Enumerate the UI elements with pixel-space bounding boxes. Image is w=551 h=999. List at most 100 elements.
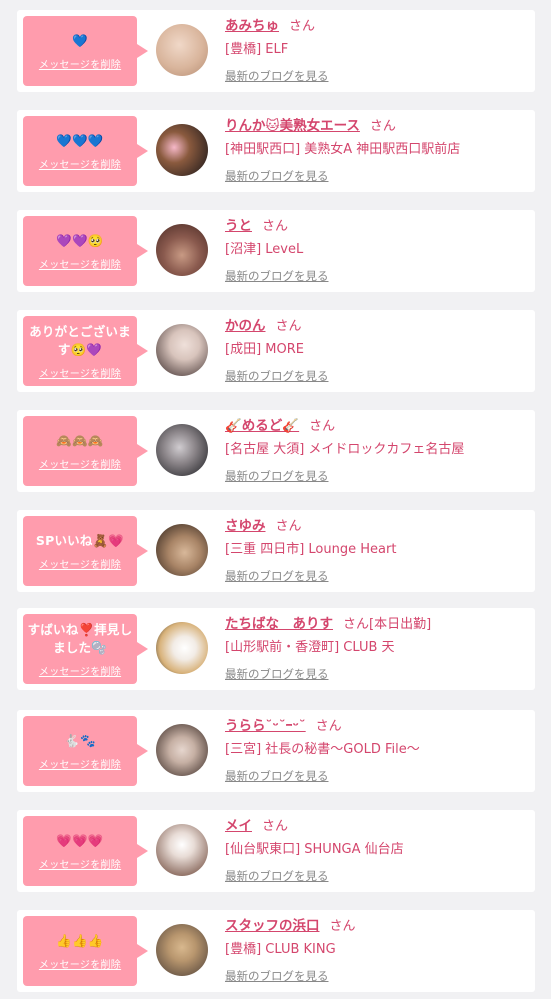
delete-message-link[interactable]: メッセージを削除 bbox=[39, 856, 121, 871]
cast-name-link[interactable]: 🎸めるど🎸 bbox=[225, 418, 299, 434]
message-bubble: 💗💗💗 メッセージを削除 bbox=[23, 816, 148, 886]
avatar[interactable] bbox=[156, 24, 208, 76]
latest-blog-link[interactable]: 最新のブログを見る bbox=[225, 67, 329, 85]
honorific: さん bbox=[275, 319, 302, 334]
message-bubble: 💜💜🥺 メッセージを削除 bbox=[23, 216, 148, 286]
delete-message-link[interactable]: メッセージを削除 bbox=[39, 956, 121, 971]
message-bubble: 💙 メッセージを削除 bbox=[23, 16, 148, 86]
honorific: さん bbox=[315, 719, 342, 734]
cast-info: かのん さん [成田] MORE 最新のブログを見る bbox=[225, 316, 530, 385]
latest-blog-link[interactable]: 最新のブログを見る bbox=[225, 967, 329, 985]
avatar[interactable] bbox=[156, 224, 208, 276]
list-item: 💗💗💗 メッセージを削除 メイ さん [仙台駅東口] SHUNGA 仙台店 最新の… bbox=[17, 810, 535, 892]
message-text: 💙💙💙 bbox=[56, 132, 104, 148]
delete-message-link[interactable]: メッセージを削除 bbox=[39, 256, 121, 271]
cast-name-link[interactable]: スタッフの浜口 bbox=[225, 918, 320, 934]
shop-name: [名古屋 大須] メイドロックカフェ名古屋 bbox=[225, 442, 465, 457]
message-bubble: 🐇🐾 メッセージを削除 bbox=[23, 716, 148, 786]
delete-message-link[interactable]: メッセージを削除 bbox=[39, 456, 121, 471]
avatar[interactable] bbox=[156, 824, 208, 876]
honorific: さん bbox=[369, 119, 396, 134]
list-item: 💙 メッセージを削除 あみちゅ さん [豊橋] ELF 最新のブログを見る bbox=[17, 10, 535, 92]
shop-name: [三宮] 社長の秘書〜GOLD File〜 bbox=[225, 742, 420, 757]
latest-blog-link[interactable]: 最新のブログを見る bbox=[225, 167, 329, 185]
message-text: 🙈🙈🙈 bbox=[56, 432, 104, 448]
cast-name-link[interactable]: さゆみ bbox=[225, 518, 266, 534]
avatar[interactable] bbox=[156, 924, 208, 976]
cast-info: うらら˘ᵕ˘ｰᵕ˘ さん [三宮] 社長の秘書〜GOLD File〜 最新のブログ… bbox=[225, 716, 530, 785]
delete-message-link[interactable]: メッセージを削除 bbox=[39, 56, 121, 71]
list-item: 👍👍👍 メッセージを削除 スタッフの浜口 さん [豊橋] CLUB KING 最新… bbox=[17, 910, 535, 992]
cast-name-link[interactable]: かのん bbox=[225, 318, 266, 334]
message-text: すばいね❣️拝見しました🫧 bbox=[27, 621, 133, 655]
message-text: ありがとございます🥺💜 bbox=[29, 323, 131, 357]
avatar[interactable] bbox=[156, 724, 208, 776]
message-bubble: すばいね❣️拝見しました🫧 メッセージを削除 bbox=[23, 614, 148, 684]
shop-name: [沼津] LeveL bbox=[225, 242, 304, 257]
honorific: さん bbox=[262, 819, 289, 834]
list-item: SPいいね🧸💗 メッセージを削除 さゆみ さん [三重 四日市] Lounge H… bbox=[17, 510, 535, 592]
avatar[interactable] bbox=[156, 524, 208, 576]
shop-name: [仙台駅東口] SHUNGA 仙台店 bbox=[225, 842, 404, 857]
honorific: さん bbox=[343, 617, 370, 632]
avatar[interactable] bbox=[156, 424, 208, 476]
latest-blog-link[interactable]: 最新のブログを見る bbox=[225, 367, 329, 385]
message-bubble: 💙💙💙 メッセージを削除 bbox=[23, 116, 148, 186]
delete-message-link[interactable]: メッセージを削除 bbox=[39, 663, 121, 678]
message-text: 💗💗💗 bbox=[56, 832, 104, 848]
honorific: さん bbox=[275, 519, 302, 534]
latest-blog-link[interactable]: 最新のブログを見る bbox=[225, 867, 329, 885]
latest-blog-link[interactable]: 最新のブログを見る bbox=[225, 665, 329, 683]
status-badge: [本日出勤] bbox=[369, 617, 432, 632]
honorific: さん bbox=[329, 919, 356, 934]
message-bubble: 🙈🙈🙈 メッセージを削除 bbox=[23, 416, 148, 486]
cast-name-link[interactable]: りんか🐱美熟女エース bbox=[225, 118, 360, 134]
message-list: 💙 メッセージを削除 あみちゅ さん [豊橋] ELF 最新のブログを見る 💙💙💙… bbox=[0, 0, 551, 999]
cast-info: 🎸めるど🎸 さん [名古屋 大須] メイドロックカフェ名古屋 最新のブログを見る bbox=[225, 416, 530, 485]
message-text: 💙 bbox=[72, 32, 88, 48]
cast-name-link[interactable]: メイ bbox=[225, 818, 252, 834]
avatar[interactable] bbox=[156, 324, 208, 376]
list-item: ありがとございます🥺💜 メッセージを削除 かのん さん [成田] MORE 最新の… bbox=[17, 310, 535, 392]
list-item: 🙈🙈🙈 メッセージを削除 🎸めるど🎸 さん [名古屋 大須] メイドロックカフェ名… bbox=[17, 410, 535, 492]
cast-info: スタッフの浜口 さん [豊橋] CLUB KING 最新のブログを見る bbox=[225, 916, 530, 985]
honorific: さん bbox=[262, 219, 289, 234]
delete-message-link[interactable]: メッセージを削除 bbox=[39, 365, 121, 380]
cast-info: あみちゅ さん [豊橋] ELF 最新のブログを見る bbox=[225, 16, 530, 85]
latest-blog-link[interactable]: 最新のブログを見る bbox=[225, 467, 329, 485]
cast-info: うと さん [沼津] LeveL 最新のブログを見る bbox=[225, 216, 530, 285]
honorific: さん bbox=[309, 419, 336, 434]
cast-name-link[interactable]: あみちゅ bbox=[225, 18, 279, 34]
list-item: 💜💜🥺 メッセージを削除 うと さん [沼津] LeveL 最新のブログを見る bbox=[17, 210, 535, 292]
shop-name: [三重 四日市] Lounge Heart bbox=[225, 542, 397, 557]
shop-name: [山形駅前・香澄町] CLUB 天 bbox=[225, 640, 395, 655]
latest-blog-link[interactable]: 最新のブログを見る bbox=[225, 267, 329, 285]
cast-info: さゆみ さん [三重 四日市] Lounge Heart 最新のブログを見る bbox=[225, 516, 530, 585]
cast-info: メイ さん [仙台駅東口] SHUNGA 仙台店 最新のブログを見る bbox=[225, 816, 530, 885]
shop-name: [神田駅西口] 美熟女A 神田駅西口駅前店 bbox=[225, 142, 461, 157]
shop-name: [成田] MORE bbox=[225, 342, 304, 357]
delete-message-link[interactable]: メッセージを削除 bbox=[39, 156, 121, 171]
list-item: 💙💙💙 メッセージを削除 りんか🐱美熟女エース さん [神田駅西口] 美熟女A 神… bbox=[17, 110, 535, 192]
message-bubble: ありがとございます🥺💜 メッセージを削除 bbox=[23, 316, 148, 386]
message-text: SPいいね🧸💗 bbox=[35, 532, 125, 548]
list-item: すばいね❣️拝見しました🫧 メッセージを削除 たちばな ありす さん[本日出勤] … bbox=[17, 608, 535, 690]
cast-info: たちばな ありす さん[本日出勤] [山形駅前・香澄町] CLUB 天 最新のブロ… bbox=[225, 614, 530, 683]
message-bubble: SPいいね🧸💗 メッセージを削除 bbox=[23, 516, 148, 586]
latest-blog-link[interactable]: 最新のブログを見る bbox=[225, 567, 329, 585]
message-text: 👍👍👍 bbox=[56, 932, 104, 948]
cast-name-link[interactable]: うと bbox=[225, 218, 252, 234]
latest-blog-link[interactable]: 最新のブログを見る bbox=[225, 767, 329, 785]
cast-name-link[interactable]: うらら˘ᵕ˘ｰᵕ˘ bbox=[225, 718, 306, 734]
cast-name-link[interactable]: たちばな ありす bbox=[225, 616, 333, 632]
delete-message-link[interactable]: メッセージを削除 bbox=[39, 756, 121, 771]
cast-info: りんか🐱美熟女エース さん [神田駅西口] 美熟女A 神田駅西口駅前店 最新のブロ… bbox=[225, 116, 530, 185]
message-text: 🐇🐾 bbox=[64, 732, 96, 748]
message-bubble: 👍👍👍 メッセージを削除 bbox=[23, 916, 148, 986]
delete-message-link[interactable]: メッセージを削除 bbox=[39, 556, 121, 571]
list-item: 🐇🐾 メッセージを削除 うらら˘ᵕ˘ｰᵕ˘ さん [三宮] 社長の秘書〜GOLD … bbox=[17, 710, 535, 792]
avatar[interactable] bbox=[156, 124, 208, 176]
honorific: さん bbox=[289, 19, 316, 34]
message-text: 💜💜🥺 bbox=[56, 232, 104, 248]
avatar[interactable] bbox=[156, 622, 208, 674]
